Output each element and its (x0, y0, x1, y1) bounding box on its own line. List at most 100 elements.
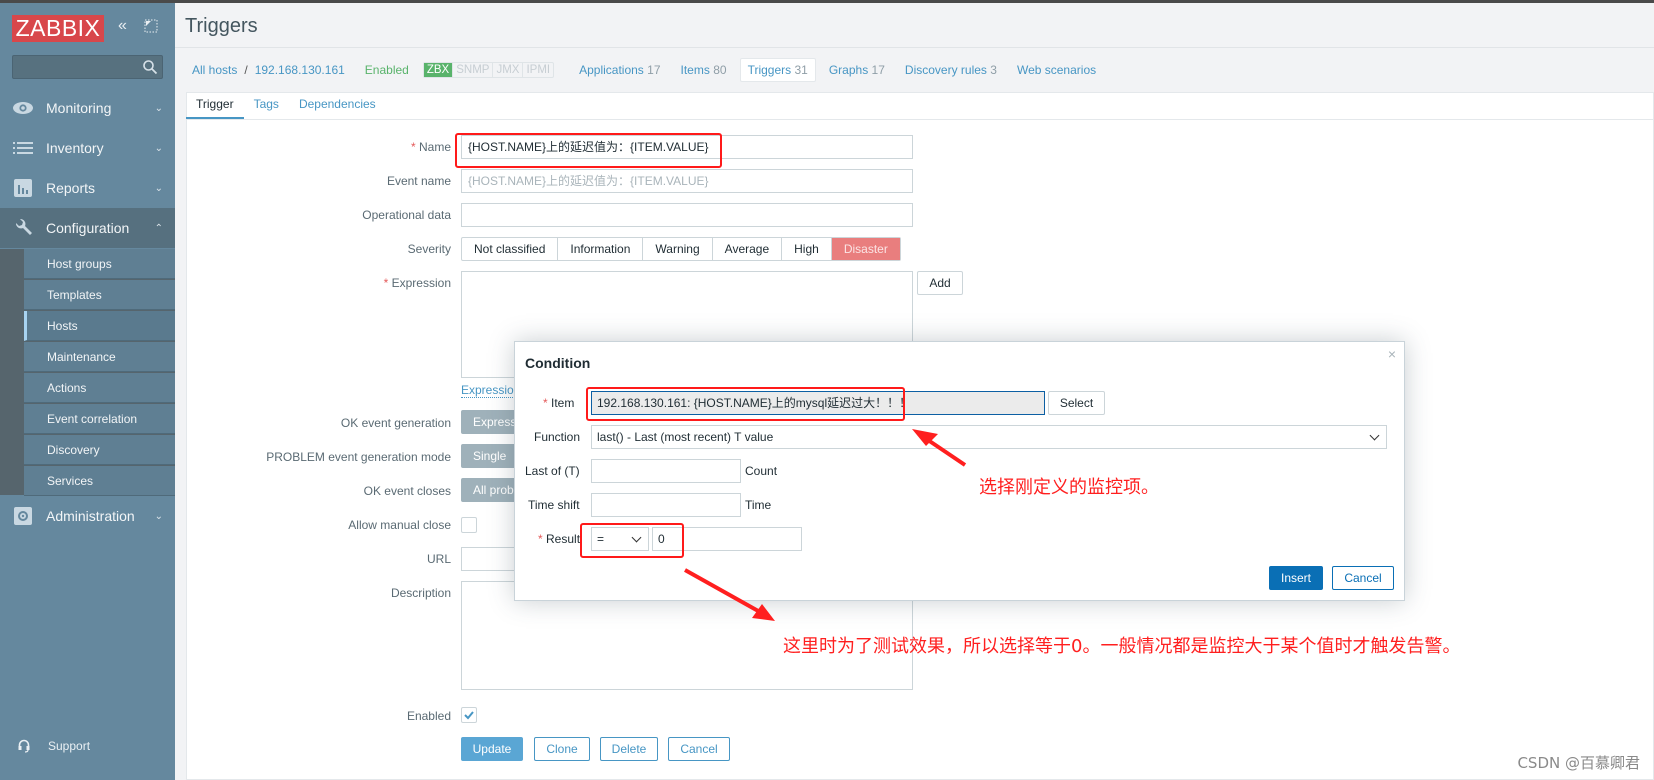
item-input[interactable]: 192.168.130.161: {HOST.NAME}上的mysql延迟过大！… (591, 391, 1045, 415)
ok-event-generation-label: OK event generation (340, 416, 451, 430)
host-tab-applications[interactable]: Applications 17 (572, 59, 667, 81)
url-label: URL (426, 552, 451, 566)
tab-label: Applications (579, 63, 644, 77)
nav-configuration-label: Configuration (46, 220, 130, 236)
severity-high[interactable]: High (781, 238, 831, 260)
severity-warning[interactable]: Warning (642, 238, 711, 260)
tab-count: 17 (871, 63, 885, 77)
name-label: Name (411, 140, 451, 154)
problem-mode-label: PROBLEM event generation mode (266, 450, 451, 464)
submenu-hosts[interactable]: Hosts (24, 311, 175, 341)
ok-event-closes-label: OK event closes (363, 484, 451, 498)
time-shift-input[interactable] (591, 493, 741, 517)
host-tab-discovery-rules[interactable]: Discovery rules 3 (898, 59, 1004, 81)
submenu-event-correlation[interactable]: Event correlation (24, 404, 175, 434)
host-breadcrumb: All hosts / 192.168.130.161 Enabled ZBX … (192, 58, 1109, 82)
host-tab-items[interactable]: Items 80 (674, 59, 734, 81)
operational-data-input[interactable] (461, 203, 913, 227)
select-item-button[interactable]: Select (1048, 391, 1105, 415)
description-label: Description (390, 586, 451, 600)
list-icon (0, 141, 46, 155)
annotation-result-note: 这里时为了测试效果，所以选择等于0。一般情况都是监控大于某个值时才触发告警。 (783, 636, 1461, 657)
result-label: Result (538, 532, 580, 546)
breadcrumb-host[interactable]: 192.168.130.161 (255, 63, 345, 77)
tab-trigger[interactable]: Trigger (186, 92, 244, 120)
tab-count: 17 (647, 63, 661, 77)
chevron-down-icon: ⌄ (154, 102, 163, 114)
severity-not-classified[interactable]: Not classified (462, 238, 557, 260)
cancel-button[interactable]: Cancel (668, 737, 730, 761)
chevron-down-icon: ⌄ (154, 142, 163, 154)
update-button[interactable]: Update (461, 737, 523, 761)
sidebar-search-input[interactable] (12, 55, 163, 79)
clone-button[interactable]: Clone (534, 737, 590, 761)
host-status[interactable]: Enabled (365, 63, 409, 77)
submenu-discovery[interactable]: Discovery (24, 435, 175, 465)
severity-average[interactable]: Average (711, 238, 781, 260)
add-expression-button[interactable]: Add (917, 271, 963, 295)
tab-count: 31 (794, 63, 808, 77)
name-input[interactable]: {HOST.NAME}上的延迟值为：{ITEM.VALUE} (461, 135, 913, 159)
headset-icon (18, 739, 30, 753)
tab-tags[interactable]: Tags (244, 92, 289, 120)
last-of-input[interactable] (591, 459, 741, 483)
checkmark-icon (464, 711, 474, 720)
support-link[interactable]: Support (18, 739, 90, 753)
submenu-templates[interactable]: Templates (24, 280, 175, 310)
operational-data-label: Operational data (362, 208, 451, 222)
window-top-border (0, 0, 1654, 3)
zabbix-logo[interactable]: ZABBIX (12, 15, 104, 42)
eye-icon (0, 101, 46, 115)
allow-manual-close-checkbox[interactable] (461, 517, 477, 533)
sidebar: ZABBIX « Monitoring ⌄ Inventory ⌄ Report… (0, 3, 175, 780)
delete-button[interactable]: Delete (600, 737, 658, 761)
problem-mode-single[interactable]: Single (461, 444, 521, 468)
tab-dependencies[interactable]: Dependencies (289, 92, 386, 120)
nav-reports-label: Reports (46, 180, 96, 196)
submenu-actions[interactable]: Actions (24, 373, 175, 403)
tab-label: Web scenarios (1016, 63, 1097, 77)
nav-reports[interactable]: Reports ⌄ (0, 168, 175, 208)
host-tab-triggers[interactable]: Triggers 31 (739, 58, 816, 82)
submenu-services[interactable]: Services (24, 466, 175, 496)
nav-monitoring-label: Monitoring (46, 100, 112, 116)
ok-event-closes-all[interactable]: All problems (461, 478, 521, 502)
host-tab-graphs[interactable]: Graphs 17 (822, 59, 892, 81)
tab-label: Discovery rules (904, 63, 987, 77)
nav-configuration[interactable]: Configuration ⌃ (0, 208, 175, 248)
severity-information[interactable]: Information (557, 238, 642, 260)
annotation-item-note: 选择刚定义的监控项。 (979, 477, 1159, 498)
configuration-submenu: Host groups Templates Hosts Maintenance … (0, 249, 175, 496)
function-select[interactable]: last() - Last (most recent) T value (591, 425, 1387, 449)
page-title: Triggers (185, 15, 258, 37)
last-of-unit: Count (745, 464, 778, 478)
bar-chart-icon (0, 179, 46, 197)
event-name-label: Event name (386, 174, 451, 188)
search-icon[interactable] (142, 59, 158, 75)
result-value-input[interactable]: 0 (652, 527, 802, 551)
kiosk-mode-icon[interactable] (144, 19, 158, 38)
nav-inventory-label: Inventory (46, 140, 104, 156)
dialog-cancel-button[interactable]: Cancel (1332, 566, 1394, 590)
condition-dialog: Condition × Item 192.168.130.161: {HOST.… (514, 341, 1405, 601)
nav-administration[interactable]: Administration ⌄ (0, 496, 175, 536)
nav-monitoring[interactable]: Monitoring ⌄ (0, 88, 175, 128)
badge-zbx: ZBX (423, 63, 453, 77)
ok-event-generation-expression[interactable]: Expression (461, 410, 521, 434)
submenu-maintenance[interactable]: Maintenance (24, 342, 175, 372)
gear-icon (0, 507, 46, 525)
breadcrumb-all-hosts[interactable]: All hosts (192, 63, 237, 77)
nav-inventory[interactable]: Inventory ⌄ (0, 128, 175, 168)
event-name-input[interactable]: {HOST.NAME}上的延迟值为：{ITEM.VALUE} (461, 169, 913, 193)
host-tab-web-scenarios[interactable]: Web scenarios (1010, 59, 1103, 81)
result-operator-select[interactable]: = (591, 527, 649, 551)
allow-manual-close-label: Allow manual close (348, 518, 451, 532)
tab-count: 3 (990, 63, 997, 77)
submenu-host-groups[interactable]: Host groups (24, 249, 175, 279)
tabs-divider (186, 119, 1654, 120)
severity-disaster[interactable]: Disaster (830, 238, 900, 260)
close-icon[interactable]: × (1388, 346, 1396, 362)
collapse-sidebar-icon[interactable]: « (118, 17, 127, 35)
enabled-checkbox[interactable] (461, 707, 477, 723)
insert-button[interactable]: Insert (1269, 566, 1323, 590)
